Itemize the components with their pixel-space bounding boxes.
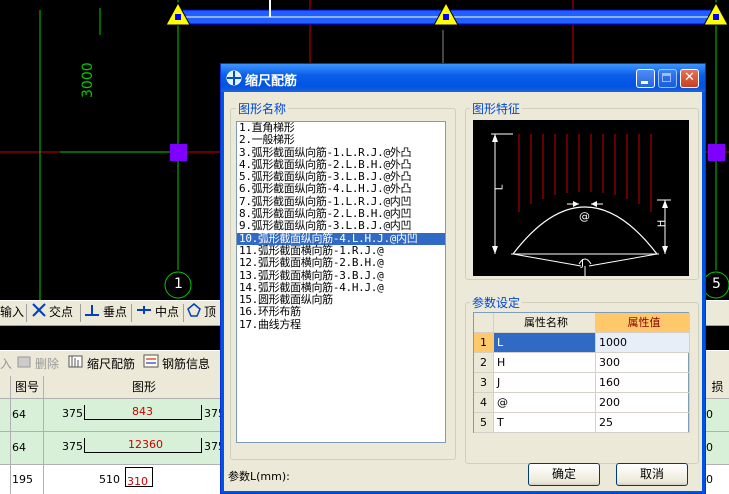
feature-label-j: J (581, 258, 584, 269)
param-row-number: 3 (474, 373, 494, 393)
dialog-title-bar[interactable]: 缩尺配筋 ✕ (221, 64, 705, 92)
feature-label-spacing: @ (579, 210, 590, 223)
param-group-title: 参数设定 (470, 294, 523, 311)
grid-header-loss[interactable]: 损耗 (706, 376, 729, 399)
input-button[interactable]: 输入 (0, 301, 24, 323)
param-row-number: 5 (474, 413, 494, 433)
param-header-name: 属性名称 (494, 313, 596, 333)
param-value-cell[interactable]: 25 (596, 413, 690, 433)
param-value-cell[interactable]: 200 (596, 393, 690, 413)
param-row-number: 1 (474, 333, 494, 353)
shape-group-title: 图形名称 (236, 100, 289, 117)
delete-button[interactable]: 删除 (16, 353, 59, 375)
delete-icon (16, 354, 32, 376)
close-icon: ✕ (684, 70, 695, 85)
dialog-title: 缩尺配筋 (245, 74, 298, 89)
perpendicular-snap-icon (84, 302, 100, 324)
shape-list-item[interactable]: 16.环形布筋 (237, 306, 445, 319)
param-value-cell[interactable]: 1000 (596, 333, 690, 353)
scale-rebar-dialog: 缩尺配筋 ✕ 图形名称 1.直角梯形 2.一般梯形 3.弧形截面纵向筋-1.L.R.… (220, 63, 706, 494)
shape-preview: L H @ J (473, 120, 689, 276)
param-header-value: 属性值 (596, 313, 690, 333)
shape-list-item[interactable]: 9.弧形截面纵向筋-3.L.B.J.@内凹 (237, 220, 445, 233)
rebar-info-button[interactable]: 钢筋信息 (143, 353, 210, 375)
axis-label-5: 5 (712, 276, 721, 292)
shape-list[interactable]: 1.直角梯形 2.一般梯形 3.弧形截面纵向筋-1.L.R.J.@外凸 4.弧形截面纵… (236, 121, 446, 443)
grid-header-shape[interactable]: 图形 (44, 376, 245, 399)
app-icon (226, 70, 242, 89)
param-name-cell[interactable]: L (494, 333, 596, 353)
param-name-cell[interactable]: T (494, 413, 596, 433)
shape-list-item[interactable]: 13.弧形截面横向筋-3.B.J.@ (237, 269, 445, 282)
param-name-cell[interactable]: @ (494, 393, 596, 413)
scale-rebar-icon (68, 353, 84, 376)
param-header-row: 属性名称 属性值 (474, 313, 690, 333)
param-row[interactable]: 3 J 160 (474, 373, 690, 393)
param-row[interactable]: 2 H 300 (474, 353, 690, 373)
perpendicular-snap-button[interactable]: 垂点 (84, 301, 127, 323)
param-table: 属性名称 属性值 1 L 1000 2 H 300 3 J 160 4 @200 5 T 25 (473, 312, 690, 433)
intersection-snap-icon (32, 302, 46, 324)
vertex-snap-icon (187, 302, 201, 324)
intersection-snap-button[interactable]: 交点 (32, 301, 73, 323)
axis-label-1: 1 (174, 276, 183, 292)
grid-header-fig-no[interactable]: 图号 (11, 376, 44, 399)
param-name-cell[interactable]: H (494, 353, 596, 373)
shape-list-item[interactable]: 12.弧形截面横向筋-2.B.H.@ (237, 256, 445, 269)
shape-list-item[interactable]: 2.一般梯形 (237, 133, 445, 146)
param-row[interactable]: 5 T 25 (474, 413, 690, 433)
param-row-number: 2 (474, 353, 494, 373)
rebar-info-icon (143, 353, 159, 376)
dialog-body: 图形名称 1.直角梯形 2.一般梯形 3.弧形截面纵向筋-1.L.R.J.@外凸 4.… (224, 92, 702, 491)
grid-header-corner (0, 376, 11, 399)
vertex-snap-button[interactable]: 顶 (187, 301, 216, 323)
param-row-number: 4 (474, 393, 494, 413)
param-value-cell[interactable]: 160 (596, 373, 690, 393)
close-button[interactable]: ✕ (680, 69, 699, 88)
midpoint-snap-button[interactable]: 中点 (136, 301, 179, 323)
column-marker (170, 144, 187, 161)
cancel-button[interactable]: 取消 (616, 463, 688, 486)
shape-list-item[interactable]: 6.弧形截面纵向筋-4.L.H.J.@外凸 (237, 183, 445, 196)
param-row[interactable]: 1 L 1000 (474, 333, 690, 353)
maximize-icon (662, 73, 671, 82)
minimize-button[interactable] (636, 69, 655, 88)
insert-button[interactable]: 入 (0, 353, 12, 375)
feature-group-title: 图形特征 (470, 100, 523, 117)
minimize-icon (641, 81, 648, 84)
feature-label-h: H (656, 219, 668, 228)
feature-label-l: L (494, 184, 506, 191)
column-marker (708, 144, 725, 161)
param-name-cell[interactable]: J (494, 373, 596, 393)
midpoint-snap-icon (136, 302, 152, 324)
param-l-label: 参数L(mm): (228, 470, 290, 483)
param-value-cell[interactable]: 300 (596, 353, 690, 373)
ok-button[interactable]: 确定 (528, 463, 600, 486)
maximize-button[interactable] (658, 69, 677, 88)
param-row[interactable]: 4 @200 (474, 393, 690, 413)
dimension-label: 3000 (80, 62, 96, 98)
scale-rebar-button[interactable]: 缩尺配筋 (68, 353, 135, 375)
shape-list-item[interactable]: 17.曲线方程 (237, 318, 445, 331)
